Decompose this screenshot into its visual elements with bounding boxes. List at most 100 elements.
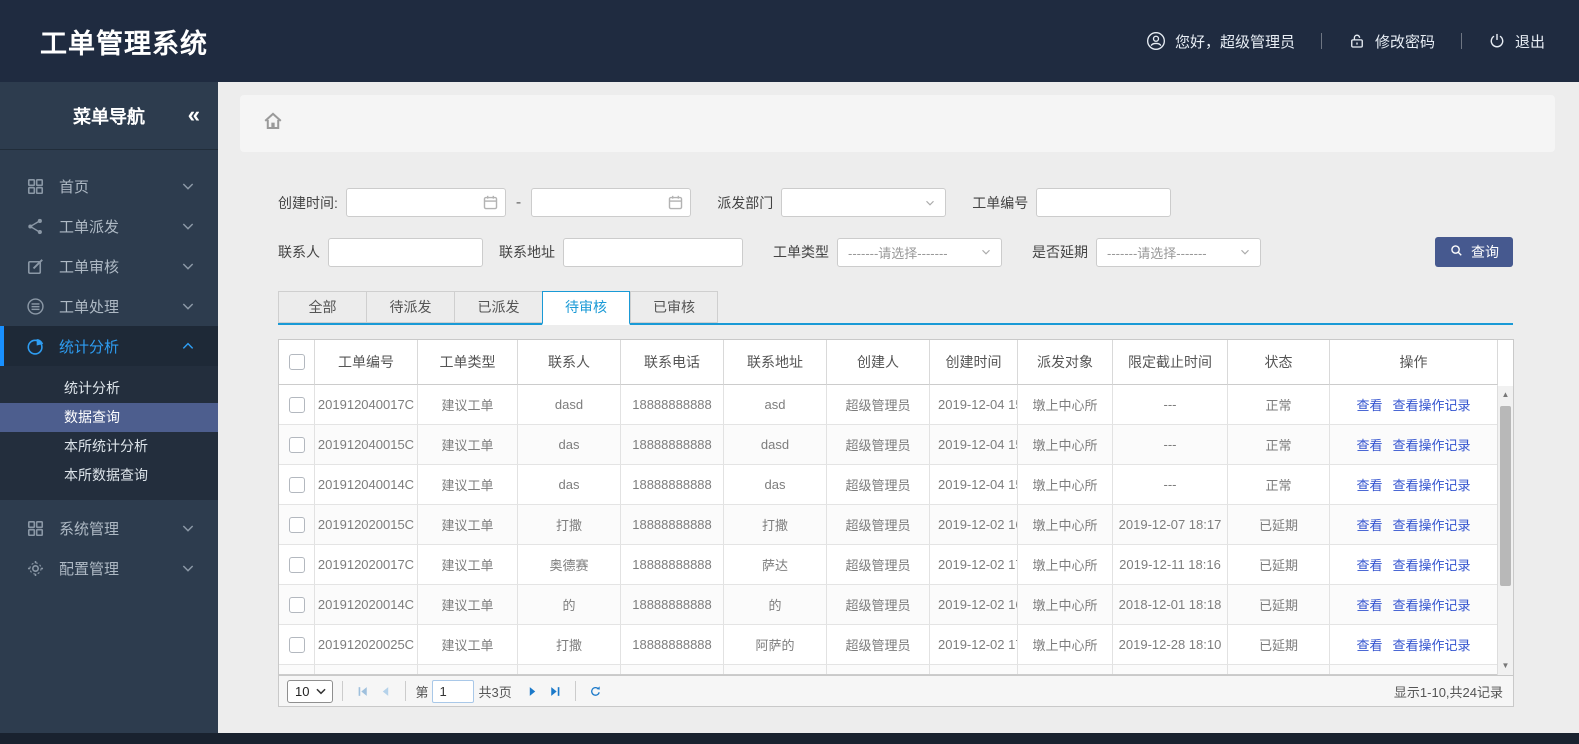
dispatch-dept-label: 派发部门: [717, 194, 774, 211]
row-checkbox[interactable]: [288, 476, 305, 493]
view-log-link[interactable]: 查看操作记录: [1393, 635, 1471, 654]
chevron-down-icon: [314, 684, 328, 698]
page-size-select[interactable]: 10: [287, 679, 334, 703]
select-all-checkbox[interactable]: [288, 354, 305, 370]
next-page-button[interactable]: [522, 680, 544, 702]
user-greeting: 您好，超级管理员: [1146, 31, 1295, 52]
delay-select[interactable]: -------请选择-------: [1096, 237, 1261, 267]
sidebar-item-stats[interactable]: 统计分析: [0, 326, 218, 366]
pagination-bar: 10 第 1 共3页 显示1-10,共24记录: [278, 676, 1514, 707]
cell-order_no: 201912040017C: [315, 385, 418, 424]
submenu-item-stats-analysis[interactable]: 统计分析: [0, 374, 218, 403]
cell-type: 建议工单: [418, 625, 518, 664]
address-input[interactable]: [563, 237, 743, 267]
table-row: 201912040015C 建议工单 das 18888888888 dasd 超级管理员…: [279, 425, 1498, 465]
view-link[interactable]: 查看: [1356, 555, 1382, 574]
cell-target: 墩上中心所: [1018, 505, 1113, 544]
scroll-down-icon[interactable]: ▼: [1498, 659, 1513, 673]
cell-deadline: ---: [1113, 425, 1228, 464]
create-time-start-input[interactable]: [345, 188, 506, 217]
submenu-item-data-query[interactable]: 数据查询: [0, 403, 218, 432]
prev-page-button[interactable]: [374, 680, 396, 702]
cell-contact: 打撒: [518, 505, 621, 544]
view-link[interactable]: 查看: [1356, 595, 1382, 614]
table-row: 201912020015C 建议工单 打撒 18888888888 打撒 超级管理员 201…: [279, 505, 1498, 545]
change-password-text: 修改密码: [1374, 33, 1435, 51]
sidebar-item-config[interactable]: 配置管理: [0, 548, 218, 588]
order-type-select[interactable]: -------请选择-------: [837, 237, 1002, 267]
cell-target: [1018, 665, 1113, 674]
sidebar-item-home[interactable]: 首页: [0, 166, 218, 206]
column-header-contact: 联系人: [518, 340, 621, 385]
submenu-item-office-stats[interactable]: 本所统计分析: [0, 432, 218, 461]
sidebar: 菜单导航 « 首页 工单派发 工单审核 工单处理 统计分析 统计分析 数据查询 本所统计分析本…: [0, 82, 218, 733]
divider: [405, 681, 407, 701]
cell-contact: 奥德赛: [518, 545, 621, 584]
view-log-link[interactable]: 查看操作记录: [1393, 435, 1471, 454]
dispatch-dept-select[interactable]: [781, 188, 947, 217]
view-link[interactable]: 查看: [1356, 435, 1382, 454]
cell-address: 萨达: [724, 545, 827, 584]
sidebar-item-review[interactable]: 工单审核: [0, 246, 218, 286]
submenu-item-office-data-query[interactable]: 本所数据查询: [0, 461, 218, 490]
cell-creator: 超级管理员: [827, 465, 930, 504]
breadcrumb: [240, 95, 1555, 152]
home-icon[interactable]: [262, 110, 284, 137]
view-log-link[interactable]: 查看操作记录: [1393, 395, 1471, 414]
last-page-button[interactable]: [544, 680, 566, 702]
chevron-up-icon: [180, 338, 196, 354]
status-badge: 已延期: [1228, 585, 1330, 624]
bottom-strip: [0, 733, 1579, 744]
view-log-link[interactable]: 查看操作记录: [1393, 555, 1471, 574]
divider: [1320, 33, 1322, 49]
tab-all[interactable]: 全部: [278, 291, 366, 323]
row-checkbox[interactable]: [288, 636, 305, 653]
contact-input[interactable]: [328, 237, 483, 267]
sidebar-item-label: 工单派发: [59, 218, 120, 236]
view-link[interactable]: 查看: [1356, 635, 1382, 654]
table-scrollbar[interactable]: ▲ ▼: [1497, 386, 1513, 675]
collapse-sidebar-button[interactable]: «: [188, 101, 200, 127]
checkbox-cell: [279, 585, 315, 624]
tab-pending-dispatch[interactable]: 待派发: [366, 291, 454, 323]
row-checkbox[interactable]: [288, 596, 305, 613]
row-checkbox[interactable]: [288, 436, 305, 453]
cell-phone: 18888888888: [621, 385, 724, 424]
status-badge: 已延期: [1228, 625, 1330, 664]
row-checkbox[interactable]: [288, 396, 305, 413]
sidebar-item-dispatch[interactable]: 工单派发: [0, 206, 218, 246]
tab-reviewed[interactable]: 已审核: [630, 291, 718, 323]
status-badge: 正常: [1228, 425, 1330, 464]
order-no-input[interactable]: [1036, 188, 1172, 217]
page-number-input[interactable]: 1: [432, 679, 475, 703]
grid-icon: [26, 177, 45, 196]
logout-link[interactable]: 退出: [1488, 31, 1545, 52]
sidebar-item-system[interactable]: 系统管理: [0, 508, 218, 548]
cell-target: 墩上中心所: [1018, 585, 1113, 624]
create-time-end-input[interactable]: [531, 188, 692, 217]
view-log-link[interactable]: 查看操作记录: [1393, 595, 1471, 614]
tab-dispatched[interactable]: 已派发: [454, 291, 542, 323]
sidebar-item-label: 统计分析: [59, 338, 120, 356]
view-link[interactable]: 查看: [1356, 475, 1382, 494]
cell-type: 建议工单: [418, 425, 518, 464]
refresh-icon[interactable]: [585, 680, 607, 702]
table-row: 201912040014C 建议工单 das 18888888888 das 超级管理员 2…: [279, 465, 1498, 505]
cell-order_no: 201912020015C: [315, 505, 418, 544]
cell-order_no: [315, 665, 418, 674]
view-log-link[interactable]: 查看操作记录: [1393, 515, 1471, 534]
row-checkbox[interactable]: [288, 556, 305, 573]
view-link[interactable]: 查看: [1356, 395, 1382, 414]
tab-pending-review[interactable]: 待审核: [542, 291, 630, 325]
sidebar-item-process[interactable]: 工单处理: [0, 286, 218, 326]
search-button[interactable]: 查询: [1435, 237, 1513, 267]
scrollbar-thumb[interactable]: [1500, 406, 1511, 586]
row-checkbox[interactable]: [288, 516, 305, 533]
scroll-up-icon[interactable]: ▲: [1498, 388, 1513, 402]
view-link[interactable]: 查看: [1356, 515, 1382, 534]
change-password-link[interactable]: 修改密码: [1348, 31, 1435, 52]
first-page-button[interactable]: [352, 680, 374, 702]
cell-ops: 查看 查看操作记录: [1330, 625, 1498, 664]
order-no-label: 工单编号: [972, 194, 1029, 211]
view-log-link[interactable]: 查看操作记录: [1393, 475, 1471, 494]
